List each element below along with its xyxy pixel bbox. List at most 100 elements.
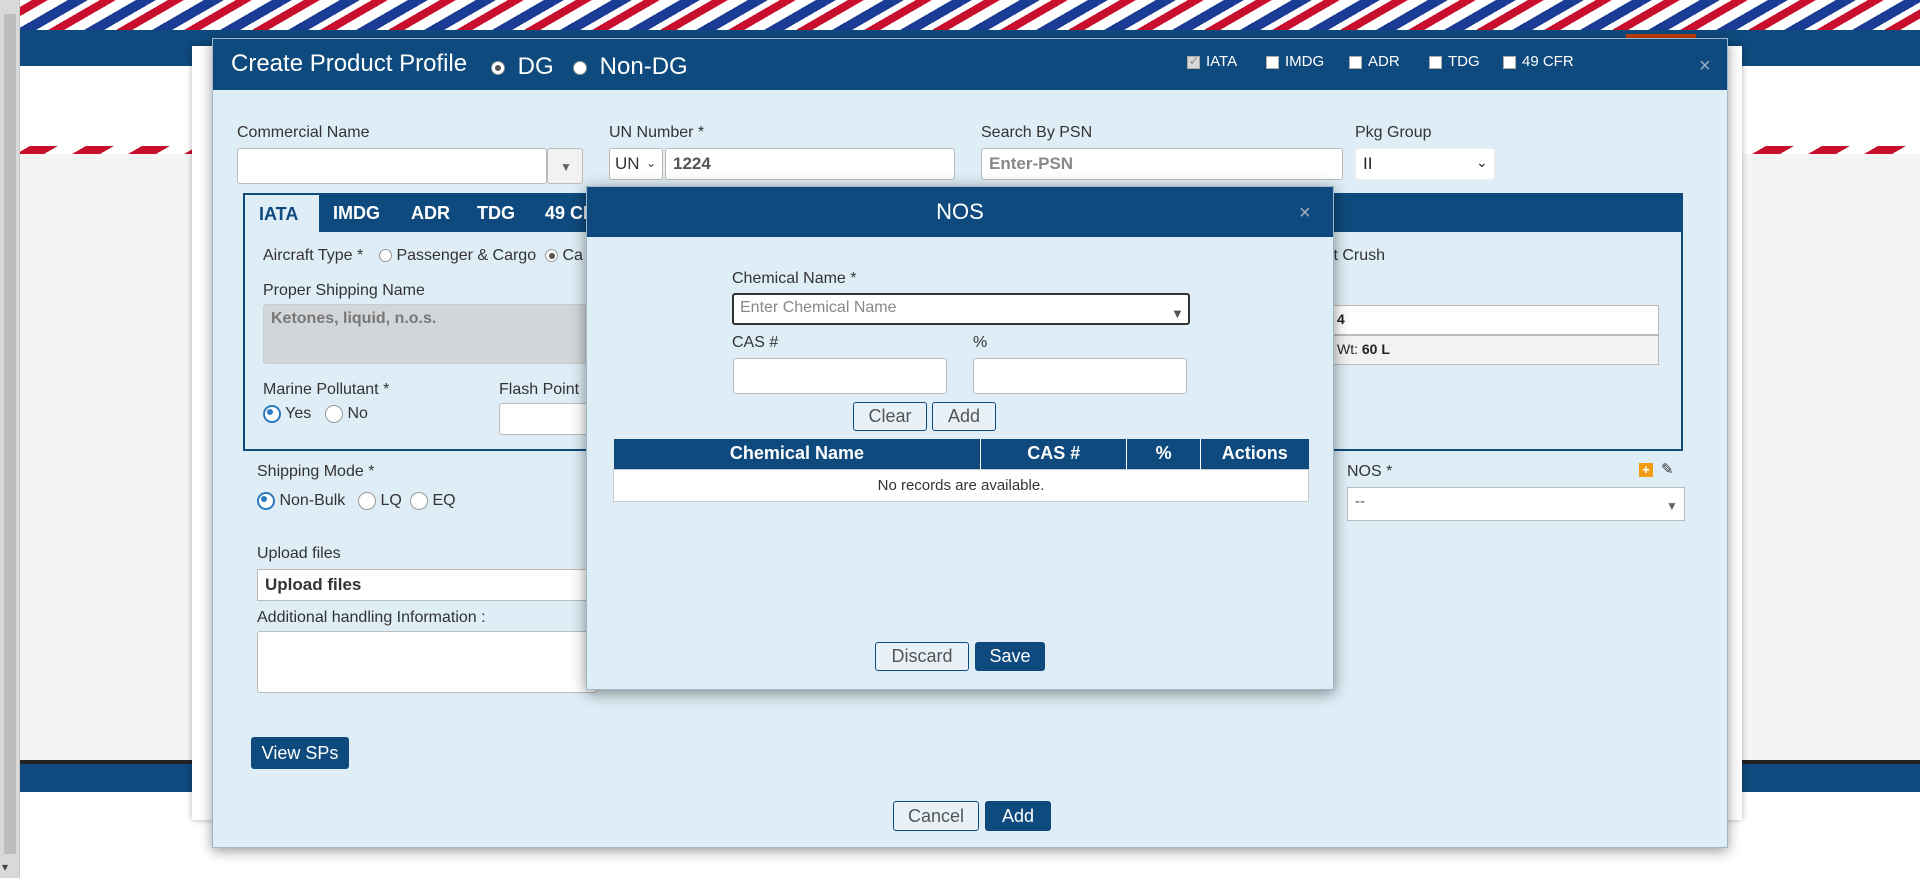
- psn-search-input[interactable]: Enter-PSN: [981, 148, 1343, 180]
- checkbox-label: IATA: [1206, 53, 1238, 70]
- clear-button[interactable]: Clear: [853, 402, 927, 431]
- checkbox-label: 49 CFR: [1522, 53, 1574, 70]
- additional-info-textarea[interactable]: [257, 631, 597, 693]
- add-nos-icon[interactable]: +: [1639, 463, 1653, 477]
- dg-radio-group[interactable]: DG: [491, 53, 554, 81]
- psn-display: Ketones, liquid, n.o.s.: [263, 304, 593, 364]
- commercial-name-dropdown[interactable]: ▼: [547, 148, 583, 184]
- 49cfr-checkbox[interactable]: 49 CFR: [1503, 53, 1574, 70]
- checkbox-box[interactable]: [1429, 55, 1442, 69]
- eq-option[interactable]: EQ: [410, 492, 456, 510]
- no-label: No: [347, 405, 368, 423]
- caret-down-icon: ▼: [1666, 499, 1678, 513]
- iata-checkbox[interactable]: IATA: [1187, 53, 1237, 70]
- marine-yes-radio[interactable]: [263, 405, 281, 423]
- add-chemical-button[interactable]: Add: [932, 402, 996, 431]
- decorative-stripe-top: [20, 0, 1920, 30]
- non-dg-radio-group[interactable]: Non-DG: [573, 53, 688, 81]
- search-psn-label: Search By PSN: [981, 124, 1093, 141]
- non-dg-radio[interactable]: [573, 60, 587, 75]
- checkbox-box[interactable]: [1349, 55, 1362, 69]
- close-icon[interactable]: ×: [1699, 55, 1711, 78]
- passenger-cargo-option[interactable]: Passenger & Cargo: [379, 247, 536, 265]
- checkbox-box[interactable]: [1187, 54, 1200, 69]
- tab-imdg[interactable]: IMDG: [333, 203, 380, 224]
- dg-label: DG: [517, 53, 554, 80]
- cancel-button[interactable]: Cancel: [893, 801, 979, 831]
- marine-pollutant-label: Marine Pollutant *: [263, 381, 390, 398]
- percent-input[interactable]: [973, 358, 1187, 394]
- add-button[interactable]: Add: [985, 801, 1051, 831]
- tab-tdg[interactable]: TDG: [477, 203, 515, 224]
- cargo-only-option[interactable]: Ca: [545, 247, 583, 265]
- commercial-name-input[interactable]: [237, 148, 547, 184]
- lq-option[interactable]: LQ: [358, 492, 402, 510]
- empty-table-message: No records are available.: [613, 468, 1309, 502]
- upload-files-button[interactable]: Upload files: [257, 569, 597, 601]
- un-number-label: UN Number *: [609, 124, 705, 141]
- close-icon[interactable]: ×: [1299, 202, 1311, 225]
- un-number-input[interactable]: 1224: [665, 148, 955, 180]
- adr-checkbox[interactable]: ADR: [1349, 53, 1400, 70]
- page-scrollbar[interactable]: [0, 0, 20, 878]
- table-header-row: Chemical Name CAS # % Actions: [613, 439, 1309, 469]
- lq-radio[interactable]: [358, 492, 376, 510]
- tab-iata[interactable]: IATA: [245, 195, 319, 232]
- marine-no-radio[interactable]: [325, 405, 343, 423]
- column-header: %: [1126, 439, 1202, 469]
- save-button[interactable]: Save: [975, 642, 1045, 671]
- cas-input[interactable]: [733, 358, 947, 394]
- chevron-down-icon: ⌄: [1476, 154, 1488, 170]
- checkbox-box[interactable]: [1503, 55, 1516, 69]
- nos-value: --: [1355, 493, 1365, 510]
- view-sps-button[interactable]: View SPs: [251, 737, 349, 769]
- psn-label: Proper Shipping Name: [263, 282, 425, 299]
- table-row: No records are available.: [613, 468, 1309, 502]
- checkbox-label: ADR: [1368, 53, 1400, 70]
- un-prefix-select[interactable]: UN ⌄: [609, 148, 663, 180]
- flash-point-label: Flash Point: [499, 381, 580, 398]
- non-bulk-label: Non-Bulk: [279, 492, 346, 510]
- chemical-table: Chemical Name CAS # % Actions No records…: [613, 439, 1309, 502]
- additional-info-label: Additional handling Information :: [257, 609, 486, 626]
- cargo-only-radio[interactable]: [545, 249, 558, 263]
- non-dg-label: Non-DG: [599, 53, 688, 80]
- nos-modal: NOS × Chemical Name * Enter Chemical Nam…: [586, 186, 1334, 690]
- upload-files-label: Upload files: [257, 545, 341, 562]
- modal-title: Create Product Profile: [231, 50, 468, 77]
- weight-field: Wt: 60 L: [1329, 335, 1659, 365]
- checkbox-box[interactable]: [1266, 55, 1279, 69]
- non-bulk-option[interactable]: Non-Bulk: [257, 492, 345, 510]
- nos-select[interactable]: -- ▼: [1347, 487, 1685, 521]
- tab-adr[interactable]: ADR: [411, 203, 450, 224]
- caret-down-icon: ▼: [560, 160, 572, 174]
- yes-label: Yes: [285, 405, 312, 423]
- nos-label: NOS *: [1347, 463, 1393, 480]
- marine-no-option[interactable]: No: [325, 405, 368, 423]
- checkbox-label: TDG: [1448, 53, 1480, 70]
- pkg-group-value: II: [1363, 154, 1373, 173]
- scrollbar-thumb[interactable]: [4, 14, 16, 854]
- eq-radio[interactable]: [410, 492, 428, 510]
- lq-label: LQ: [380, 492, 402, 510]
- wt-label: Wt:: [1337, 341, 1358, 357]
- dg-radio[interactable]: [491, 60, 505, 75]
- commercial-name-label: Commercial Name: [237, 124, 370, 141]
- marine-yes-option[interactable]: Yes: [263, 405, 311, 423]
- column-header: Actions: [1200, 439, 1309, 469]
- chemical-name-label: Chemical Name *: [732, 270, 857, 287]
- discard-button[interactable]: Discard: [875, 642, 969, 671]
- tdg-checkbox[interactable]: TDG: [1429, 53, 1480, 70]
- chemical-name-input[interactable]: Enter Chemical Name: [732, 293, 1190, 325]
- imdg-checkbox[interactable]: IMDG: [1266, 53, 1324, 70]
- un-prefix-value: UN: [615, 154, 640, 173]
- pkg-group-label: Pkg Group: [1355, 124, 1432, 141]
- pkg-group-select[interactable]: II ⌄: [1355, 148, 1495, 180]
- scroll-down-arrow-icon[interactable]: ▾: [2, 860, 8, 874]
- column-header: CAS #: [980, 439, 1128, 469]
- passenger-cargo-radio[interactable]: [379, 249, 392, 263]
- eq-label: EQ: [432, 492, 456, 510]
- non-bulk-radio[interactable]: [257, 492, 275, 510]
- edit-icon[interactable]: ✎: [1661, 460, 1674, 478]
- shipping-mode-label: Shipping Mode *: [257, 463, 375, 480]
